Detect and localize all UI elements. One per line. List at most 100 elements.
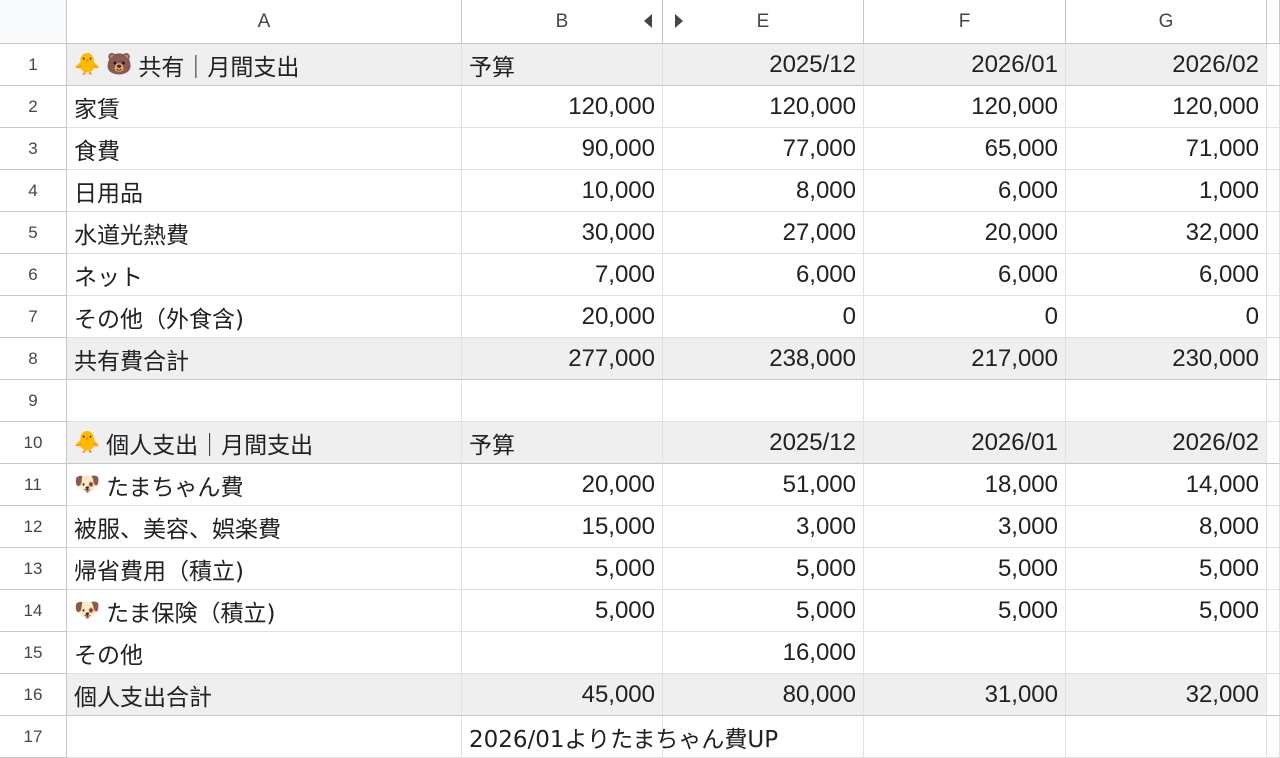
cell-f[interactable]: 5,000 <box>864 590 1066 632</box>
cell-g[interactable] <box>1066 380 1267 422</box>
cell-a[interactable]: 共有費合計 <box>67 338 462 380</box>
cell-f[interactable]: 65,000 <box>864 128 1066 170</box>
cell-f[interactable]: 0 <box>864 296 1066 338</box>
cell-a[interactable]: 🐥 🐻 共有｜月間支出 <box>67 44 462 86</box>
cell-f[interactable]: 5,000 <box>864 548 1066 590</box>
cell-h[interactable] <box>1267 212 1280 254</box>
cell-h[interactable] <box>1267 506 1280 548</box>
row-number[interactable]: 9 <box>0 380 67 422</box>
cell-b[interactable]: 120,000 <box>462 86 663 128</box>
cell-a[interactable]: その他 <box>67 632 462 674</box>
column-header-a[interactable]: A <box>67 0 462 44</box>
cell-h[interactable] <box>1267 380 1280 422</box>
cell-e[interactable]: 2025/12 <box>663 422 864 464</box>
cell-a[interactable]: ネット <box>67 254 462 296</box>
cell-a[interactable]: 水道光熱費 <box>67 212 462 254</box>
cell-g[interactable]: 230,000 <box>1066 338 1267 380</box>
row-number[interactable]: 6 <box>0 254 67 296</box>
cell-e[interactable] <box>663 380 864 422</box>
cell-e[interactable]: 6,000 <box>663 254 864 296</box>
cell-e[interactable] <box>663 716 864 758</box>
cell-h[interactable] <box>1267 422 1280 464</box>
cell-f[interactable]: 2026/01 <box>864 44 1066 86</box>
cell-g[interactable]: 2026/02 <box>1066 422 1267 464</box>
cell-e[interactable]: 3,000 <box>663 506 864 548</box>
expand-hidden-columns-left-icon[interactable] <box>644 14 652 28</box>
cell-g[interactable]: 5,000 <box>1066 590 1267 632</box>
cell-a[interactable]: 日用品 <box>67 170 462 212</box>
cell-g[interactable]: 14,000 <box>1066 464 1267 506</box>
cell-g[interactable]: 5,000 <box>1066 548 1267 590</box>
row-number[interactable]: 7 <box>0 296 67 338</box>
cell-e[interactable]: 2025/12 <box>663 44 864 86</box>
cell-g[interactable]: 32,000 <box>1066 212 1267 254</box>
cell-h[interactable] <box>1267 44 1280 86</box>
cell-e[interactable]: 5,000 <box>663 548 864 590</box>
row-number[interactable]: 13 <box>0 548 67 590</box>
cell-f[interactable]: 18,000 <box>864 464 1066 506</box>
cell-g[interactable]: 71,000 <box>1066 128 1267 170</box>
row-number[interactable]: 11 <box>0 464 67 506</box>
cell-b[interactable]: 277,000 <box>462 338 663 380</box>
row-number[interactable]: 1 <box>0 44 67 86</box>
cell-e[interactable]: 77,000 <box>663 128 864 170</box>
cell-g[interactable]: 2026/02 <box>1066 44 1267 86</box>
cell-e[interactable]: 80,000 <box>663 674 864 716</box>
row-number[interactable]: 17 <box>0 716 67 758</box>
cell-g[interactable]: 0 <box>1066 296 1267 338</box>
cell-e[interactable]: 120,000 <box>663 86 864 128</box>
cell-h[interactable] <box>1267 338 1280 380</box>
cell-b[interactable]: 90,000 <box>462 128 663 170</box>
column-header-e[interactable]: E <box>663 0 864 44</box>
cell-b[interactable]: 7,000 <box>462 254 663 296</box>
cell-f[interactable]: 6,000 <box>864 170 1066 212</box>
row-number[interactable]: 8 <box>0 338 67 380</box>
cell-f[interactable]: 120,000 <box>864 86 1066 128</box>
cell-a[interactable]: 🐥 個人支出｜月間支出 <box>67 422 462 464</box>
cell-b[interactable]: 20,000 <box>462 296 663 338</box>
cell-g[interactable]: 6,000 <box>1066 254 1267 296</box>
cell-e[interactable]: 238,000 <box>663 338 864 380</box>
cell-h[interactable] <box>1267 128 1280 170</box>
column-header-f[interactable]: F <box>864 0 1066 44</box>
row-number[interactable]: 5 <box>0 212 67 254</box>
cell-e[interactable]: 16,000 <box>663 632 864 674</box>
expand-hidden-columns-right-icon[interactable] <box>675 14 683 28</box>
cell-e[interactable]: 27,000 <box>663 212 864 254</box>
cell-b[interactable]: 15,000 <box>462 506 663 548</box>
cell-a[interactable]: 🐶 たま保険（積立) <box>67 590 462 632</box>
cell-h[interactable] <box>1267 632 1280 674</box>
column-header-g[interactable]: G <box>1066 0 1267 44</box>
cell-h[interactable] <box>1267 254 1280 296</box>
note-cell[interactable]: 2026/01よりたまちゃん費UP <box>462 716 778 758</box>
cell-f[interactable]: 3,000 <box>864 506 1066 548</box>
row-number[interactable]: 12 <box>0 506 67 548</box>
cell-g[interactable]: 120,000 <box>1066 86 1267 128</box>
row-number[interactable]: 15 <box>0 632 67 674</box>
select-all-corner[interactable] <box>0 0 67 44</box>
cell-g[interactable]: 32,000 <box>1066 674 1267 716</box>
cell-g[interactable]: 1,000 <box>1066 170 1267 212</box>
row-number[interactable]: 3 <box>0 128 67 170</box>
row-number[interactable]: 4 <box>0 170 67 212</box>
cell-b[interactable] <box>462 632 663 674</box>
cell-b[interactable]: 5,000 <box>462 548 663 590</box>
cell-a[interactable] <box>67 380 462 422</box>
cell-e[interactable]: 5,000 <box>663 590 864 632</box>
cell-b[interactable]: 予算 <box>462 422 663 464</box>
cell-a[interactable]: 帰省費用（積立) <box>67 548 462 590</box>
cell-h[interactable] <box>1267 170 1280 212</box>
row-number[interactable]: 10 <box>0 422 67 464</box>
cell-e[interactable]: 8,000 <box>663 170 864 212</box>
column-header-h[interactable] <box>1267 0 1280 44</box>
cell-f[interactable] <box>864 716 1066 758</box>
cell-b[interactable]: 20,000 <box>462 464 663 506</box>
cell-f[interactable]: 6,000 <box>864 254 1066 296</box>
cell-g[interactable] <box>1066 716 1267 758</box>
row-number[interactable]: 16 <box>0 674 67 716</box>
cell-b[interactable]: 45,000 <box>462 674 663 716</box>
cell-h[interactable] <box>1267 590 1280 632</box>
cell-a[interactable] <box>67 716 462 758</box>
cell-a[interactable]: 🐶 たまちゃん費 <box>67 464 462 506</box>
cell-h[interactable] <box>1267 86 1280 128</box>
